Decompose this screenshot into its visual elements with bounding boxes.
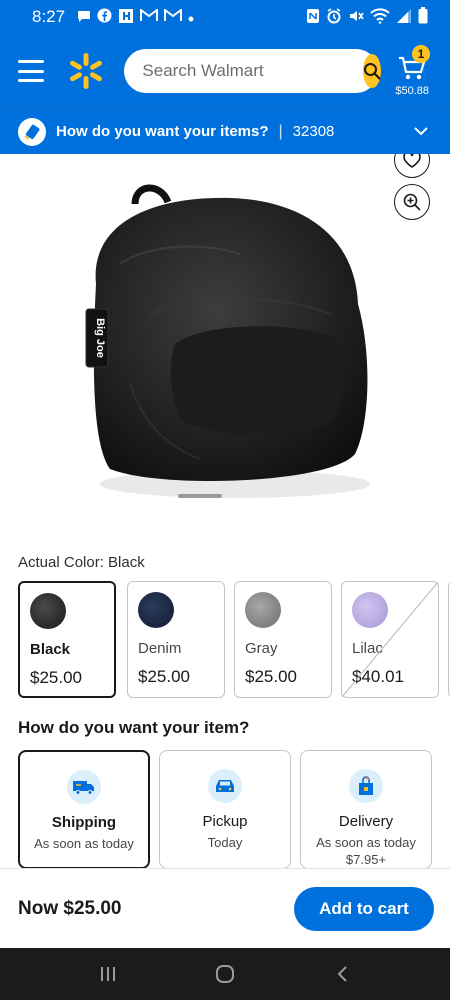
color-option-denim[interactable]: Denim $25.00 — [127, 581, 225, 698]
back-button[interactable] — [322, 954, 362, 994]
zip-code: 32308 — [292, 123, 335, 140]
product-image: Big Joe — [85, 184, 370, 498]
color-price: $40.01 — [352, 667, 404, 686]
walmart-spark-logo[interactable] — [66, 51, 106, 91]
menu-icon[interactable] — [18, 60, 45, 82]
header: 1 $50.88 — [0, 34, 450, 108]
recent-apps-icon — [101, 967, 116, 981]
actual-color-prefix: Actual Color: — [18, 554, 104, 571]
color-name: Gray — [245, 640, 278, 657]
fulfillment-prompt: How do you want your items? — [56, 123, 269, 140]
recent-apps-button[interactable] — [88, 954, 128, 994]
system-nav-bar — [0, 948, 450, 1000]
cart-count-badge: 1 — [412, 45, 430, 63]
black-swatch-icon — [30, 593, 66, 629]
denim-swatch-icon — [138, 592, 174, 628]
add-to-cart-button[interactable]: Add to cart — [294, 886, 434, 931]
option-subtitle: As soon as today — [34, 836, 134, 851]
fulfillment-icon — [18, 117, 46, 146]
zoom-in-icon — [403, 193, 421, 211]
option-subtitle: Today — [207, 835, 243, 850]
back-icon — [337, 966, 347, 982]
gmail-icon — [164, 8, 183, 25]
search-input[interactable] — [142, 61, 364, 81]
option-title: Shipping — [51, 814, 117, 831]
search-box — [124, 49, 382, 93]
option-delivery[interactable]: Delivery As soon as today $7.95+ — [300, 750, 432, 869]
color-swatch-list: Black $25.00 Denim $25.00 Gray $25.00 Li… — [18, 581, 450, 699]
color-price: $25.00 — [30, 668, 82, 687]
option-fee: $7.95+ — [345, 852, 387, 867]
actual-color-value: Black — [108, 554, 145, 571]
brand-tag-label: Big Joe — [94, 318, 106, 358]
option-title: Pickup — [202, 813, 248, 830]
bag-icon — [349, 769, 383, 803]
status-right — [306, 7, 428, 27]
lilac-swatch-icon — [352, 592, 388, 628]
option-shipping[interactable]: Shipping As soon as today — [18, 750, 150, 869]
signal-icon — [396, 8, 412, 27]
bottom-action-bar: Now $25.00 Add to cart — [0, 868, 450, 948]
search-button[interactable] — [363, 54, 382, 88]
gmail-icon — [140, 8, 159, 25]
option-subtitle-text: As soon as today — [316, 835, 416, 850]
status-time: 8:27 — [32, 7, 66, 26]
home-icon — [215, 965, 234, 983]
search-icon — [364, 63, 382, 80]
actual-color-label: Actual Color: Black — [18, 554, 145, 571]
color-option-gray[interactable]: Gray $25.00 — [234, 581, 332, 698]
chat-icon — [77, 9, 91, 26]
zoom-button[interactable] — [394, 184, 430, 220]
product-image-carousel[interactable]: Big Joe — [0, 154, 450, 514]
divider: | — [278, 122, 283, 140]
cart-button[interactable]: 1 $50.88 — [392, 43, 432, 99]
chevron-down-icon — [414, 123, 428, 141]
wifi-icon — [370, 7, 390, 27]
gray-swatch-icon — [245, 592, 281, 628]
fulfillment-selector[interactable]: How do you want your items? | 32308 — [0, 108, 450, 154]
color-option-lilac[interactable]: Lilac $40.01 — [341, 581, 439, 698]
current-price: Now $25.00 — [18, 897, 122, 919]
dot-icon — [188, 10, 194, 25]
status-bar: 8:27 — [0, 0, 450, 34]
color-price: $25.00 — [245, 667, 297, 686]
truck-icon — [67, 770, 101, 804]
facebook-icon — [97, 8, 112, 26]
mute-icon — [348, 8, 364, 27]
car-icon — [208, 769, 242, 803]
option-title: Delivery — [338, 813, 394, 830]
alarm-icon — [326, 7, 342, 27]
home-button[interactable] — [205, 954, 245, 994]
fulfillment-options-title: How do you want your item? — [18, 718, 250, 737]
color-price: $25.00 — [138, 667, 190, 686]
color-name: Denim — [138, 640, 182, 657]
option-subtitle: As soon as today $7.95+ — [316, 834, 416, 868]
color-name: Black — [30, 641, 71, 658]
cart-total: $50.88 — [395, 85, 430, 97]
color-option-black[interactable]: Black $25.00 — [18, 581, 116, 698]
heart-icon — [403, 154, 421, 168]
carousel-indicator — [178, 494, 222, 498]
news-icon — [118, 8, 134, 27]
battery-icon — [418, 7, 428, 27]
status-left: 8:27 — [32, 7, 306, 27]
option-pickup[interactable]: Pickup Today — [159, 750, 291, 869]
nfc-icon — [306, 8, 320, 27]
color-name: Lilac — [352, 640, 383, 657]
